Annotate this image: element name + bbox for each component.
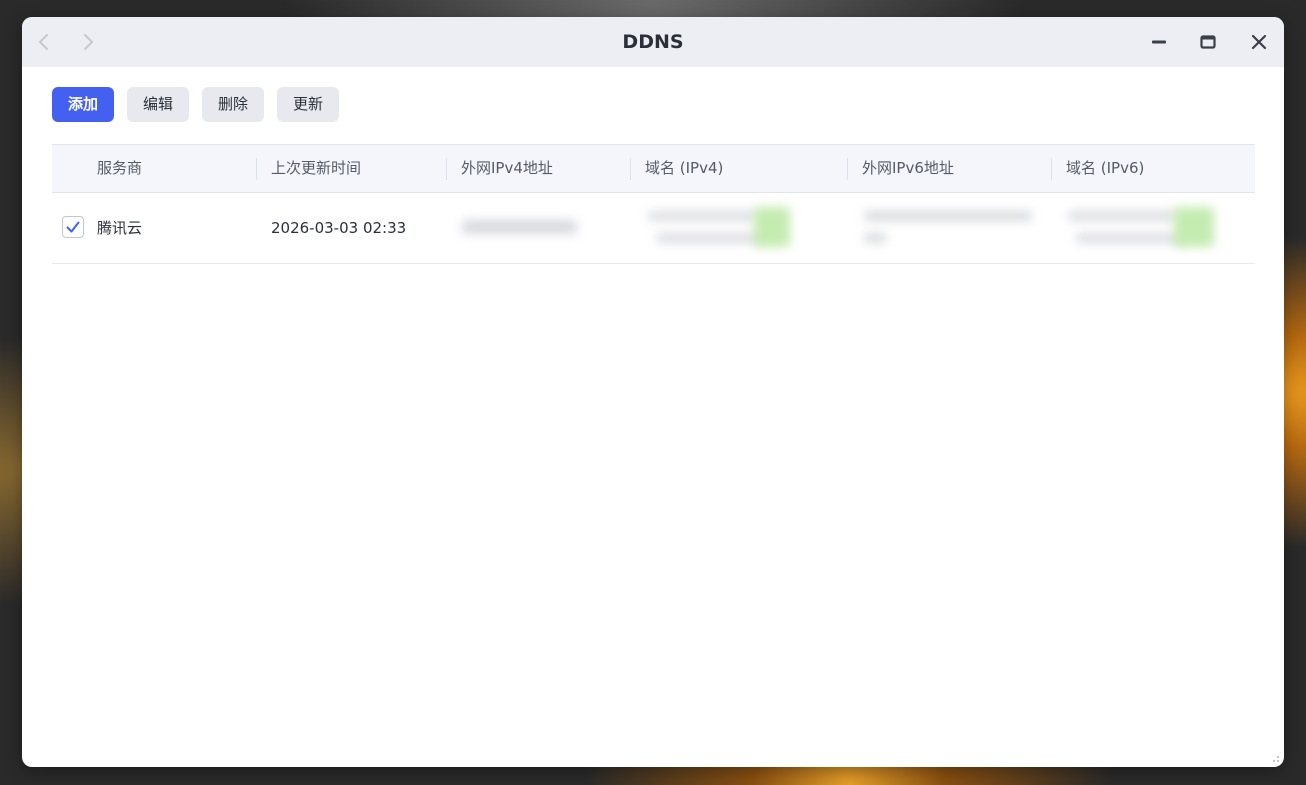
column-header-ipv4-domain[interactable]: 域名 (IPv4) (645, 145, 723, 192)
delete-button[interactable]: 删除 (202, 87, 265, 122)
column-divider (446, 158, 447, 180)
table-header: 服务商 上次更新时间 外网IPv4地址 域名 (IPv4) 外网IPv6地址 域… (52, 144, 1255, 193)
ddns-window: DDNS 添加 编辑 删除 更新 服务商 上次更新时间 外网IPv4地址 域名 … (22, 17, 1284, 767)
column-header-provider[interactable]: 服务商 (97, 145, 142, 192)
chevron-right-icon (84, 34, 94, 50)
column-divider (630, 158, 631, 180)
column-divider (847, 158, 848, 180)
title-bar: DDNS (22, 17, 1284, 67)
column-header-ipv6-domain[interactable]: 域名 (IPv6) (1066, 145, 1144, 192)
last-update-cell: 2026-03-03 02:33 (271, 219, 407, 237)
provider-cell: 腾讯云 (97, 219, 143, 237)
close-icon (1251, 34, 1267, 50)
column-divider (256, 158, 257, 180)
maximize-button[interactable] (1195, 29, 1221, 55)
column-header-ipv6-address[interactable]: 外网IPv6地址 (862, 145, 954, 192)
add-button[interactable]: 添加 (52, 87, 115, 122)
checkmark-icon (66, 221, 80, 233)
edit-button[interactable]: 编辑 (127, 87, 190, 122)
back-button[interactable] (32, 30, 56, 54)
maximize-icon (1200, 35, 1216, 49)
toolbar: 添加 编辑 删除 更新 (52, 87, 340, 122)
column-header-last-update[interactable]: 上次更新时间 (271, 145, 361, 192)
table-row[interactable]: 腾讯云 2026-03-03 02:33 (52, 193, 1255, 264)
column-divider (1051, 158, 1052, 180)
resize-grip-icon[interactable] (1270, 753, 1280, 763)
window-title: DDNS (622, 31, 684, 53)
close-button[interactable] (1246, 29, 1272, 55)
minimize-icon (1152, 40, 1166, 44)
forward-button[interactable] (76, 30, 100, 54)
row-checkbox[interactable] (62, 216, 84, 238)
ddns-table: 服务商 上次更新时间 外网IPv4地址 域名 (IPv4) 外网IPv6地址 域… (52, 144, 1255, 264)
minimize-button[interactable] (1146, 29, 1172, 55)
column-header-ipv4-address[interactable]: 外网IPv4地址 (461, 145, 553, 192)
update-button[interactable]: 更新 (277, 87, 340, 122)
chevron-left-icon (38, 34, 48, 50)
